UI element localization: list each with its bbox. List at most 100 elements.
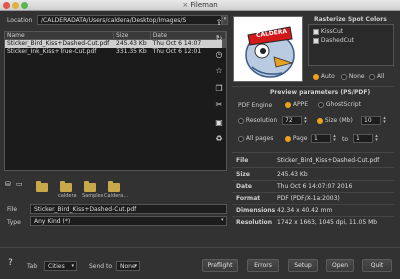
help-icon[interactable]: ? bbox=[8, 258, 13, 268]
folder-icon[interactable] bbox=[36, 181, 48, 192]
kisscut-checkbox[interactable] bbox=[313, 28, 319, 35]
send-value: None bbox=[120, 263, 136, 270]
info-key: File bbox=[236, 157, 249, 164]
setup-button[interactable]: Setup bbox=[288, 259, 318, 272]
file-list-header: Name Size Date bbox=[5, 32, 226, 40]
info-key: Date bbox=[236, 183, 252, 190]
caldera-bird-image bbox=[245, 26, 295, 78]
send-dropdown-icon: ▾ bbox=[134, 263, 137, 269]
engine-appe-label: APPE bbox=[292, 101, 309, 108]
appe-radio-dot[interactable] bbox=[285, 101, 291, 108]
size-label: Size (Mb) bbox=[324, 117, 353, 124]
info-row-file: File Sticker_Bird_Kiss+Dashed-Cut.pdf bbox=[232, 157, 394, 165]
type-select[interactable]: Any Kind (*) bbox=[30, 216, 227, 226]
type-dropdown-arrow-icon[interactable]: ▾ bbox=[221, 217, 224, 223]
dashedcut-label: DashedCut bbox=[320, 37, 354, 44]
size-radio[interactable]: Size (Mb) bbox=[317, 117, 353, 124]
dashedcut-option[interactable]: DashedCut bbox=[313, 37, 354, 44]
info-row-date: Date Thu Oct 6 14:07:07 2016 bbox=[232, 183, 394, 191]
engine-ghostscript-radio[interactable]: GhostScript bbox=[318, 101, 361, 108]
history-icon[interactable]: ◷ bbox=[214, 50, 224, 60]
file-row[interactable]: Sticker_Bird_Kiss+Dashed-Cut.pdf 245.43 … bbox=[5, 40, 226, 48]
info-value: 1742 x 1663, 1045 dpi, 11.05 Mb bbox=[277, 219, 378, 226]
mode-all-label: All bbox=[376, 73, 385, 80]
auto-radio-dot[interactable] bbox=[313, 73, 319, 80]
errors-button[interactable]: Errors bbox=[247, 259, 279, 272]
tab-select[interactable]: Cities ▾ bbox=[44, 261, 77, 271]
allpages-label: All pages bbox=[245, 135, 274, 142]
size-radio-dot[interactable] bbox=[317, 117, 323, 124]
quit-button[interactable]: Quit bbox=[362, 259, 392, 272]
resolution-radio[interactable]: Resolution bbox=[238, 117, 277, 124]
mode-none-radio[interactable]: None bbox=[341, 73, 365, 80]
page-to-stepper-icon[interactable]: ▴ ▾ bbox=[374, 134, 379, 143]
info-value: 42.34 x 40.42 mm bbox=[277, 207, 333, 214]
resolution-label: Resolution bbox=[245, 117, 278, 124]
divider bbox=[232, 192, 394, 193]
favorite-icon[interactable]: ☆ bbox=[214, 66, 224, 76]
column-name[interactable]: Name bbox=[5, 32, 114, 39]
page-from-input[interactable]: 1 bbox=[311, 134, 331, 143]
send-select[interactable]: None ▾ bbox=[116, 261, 140, 271]
resolution-radio-dot[interactable] bbox=[238, 117, 244, 124]
page-from-stepper-icon[interactable]: ▴ ▾ bbox=[332, 134, 337, 143]
info-key: Resolution bbox=[236, 219, 273, 226]
kisscut-label: KissCut bbox=[320, 28, 344, 35]
file-row[interactable]: Sticker_Ink_Kiss+True-Cut.pdf 331.35 Kb … bbox=[5, 48, 226, 56]
shortcut-samples-label: Samples bbox=[82, 193, 104, 199]
column-size[interactable]: Size bbox=[114, 32, 151, 39]
copy-icon[interactable]: ❐ bbox=[214, 84, 224, 94]
engine-ghostscript-label: GhostScript bbox=[325, 101, 361, 108]
tab-dropdown-icon: ▾ bbox=[71, 263, 74, 269]
info-key: Format bbox=[236, 195, 261, 202]
folder-new-icon[interactable]: ▣ bbox=[214, 118, 224, 128]
allpages-radio-dot[interactable] bbox=[238, 135, 244, 142]
resolution-stepper-icon[interactable]: ▴ ▾ bbox=[303, 116, 308, 125]
folder-samples-icon[interactable] bbox=[84, 181, 96, 192]
refresh-icon[interactable]: ↻ bbox=[214, 34, 224, 44]
kisscut-option[interactable]: KissCut bbox=[313, 28, 343, 35]
open-button[interactable]: Open bbox=[326, 259, 354, 272]
info-row-size: Size 245.43 Kb bbox=[232, 171, 394, 179]
file-row-name: Sticker_Bird_Kiss+Dashed-Cut.pdf bbox=[7, 40, 110, 47]
engine-appe-radio[interactable]: APPE bbox=[285, 101, 308, 108]
file-name-value: Sticker_Bird_Kiss+Dashed-Cut.pdf bbox=[34, 206, 137, 213]
computer-icon[interactable]: ▭ bbox=[16, 180, 25, 188]
page-to-input[interactable]: 1 bbox=[353, 134, 373, 143]
size-input[interactable]: 10 bbox=[361, 116, 381, 125]
folder-caldera-icon[interactable] bbox=[60, 181, 72, 192]
location-field[interactable]: /CALDERADATA/Users/caldera/Desktop/Image… bbox=[37, 15, 222, 25]
engine-label: PDF Engine bbox=[238, 102, 273, 109]
drive-icon[interactable]: ⛁ bbox=[5, 180, 14, 188]
resolution-value: 72 bbox=[285, 117, 293, 124]
mode-auto-radio[interactable]: Auto bbox=[313, 73, 335, 80]
preflight-button[interactable]: Preflight bbox=[202, 259, 238, 272]
file-list[interactable]: Name Size Date Sticker_Bird_Kiss+Dashed-… bbox=[4, 31, 227, 171]
all-radio-dot[interactable] bbox=[369, 73, 375, 80]
size-stepper-icon[interactable]: ▴ ▾ bbox=[382, 116, 387, 125]
trash-icon[interactable]: ♻ bbox=[214, 134, 224, 144]
divider bbox=[232, 180, 394, 181]
send-label: Send to bbox=[89, 263, 113, 270]
mode-all-radio[interactable]: All bbox=[369, 73, 384, 80]
params-title: Preview parameters (PS/PDF) bbox=[270, 89, 371, 96]
file-row-size: 245.43 Kb bbox=[116, 40, 147, 47]
page-radio-dot[interactable] bbox=[285, 135, 291, 142]
folder-caldera-ext-icon[interactable] bbox=[108, 181, 120, 192]
dashedcut-checkbox[interactable] bbox=[313, 37, 319, 44]
shortcut-caldera-label: caldera bbox=[58, 193, 77, 199]
info-row-dimensions: Dimensions 42.34 x 40.42 mm bbox=[232, 207, 394, 215]
resolution-input[interactable]: 72 bbox=[282, 116, 302, 125]
upload-icon[interactable]: ⇪ bbox=[214, 18, 224, 28]
size-value: 10 bbox=[364, 117, 372, 124]
location-value: /CALDERADATA/Users/caldera/Desktop/Image… bbox=[41, 17, 187, 24]
none-radio-dot[interactable] bbox=[341, 73, 347, 80]
page-radio[interactable]: Page bbox=[285, 135, 307, 142]
cut-icon[interactable]: ✂ bbox=[214, 100, 224, 110]
file-name-input[interactable]: Sticker_Bird_Kiss+Dashed-Cut.pdf bbox=[30, 204, 227, 214]
fileman-window: ⨯ Fileman Location /CALDERADATA/Users/ca… bbox=[0, 0, 400, 279]
allpages-radio[interactable]: All pages bbox=[238, 135, 273, 142]
page-from-value: 1 bbox=[314, 135, 318, 142]
ghostscript-radio-dot[interactable] bbox=[318, 101, 324, 108]
info-value: Sticker_Bird_Kiss+Dashed-Cut.pdf bbox=[277, 157, 380, 164]
